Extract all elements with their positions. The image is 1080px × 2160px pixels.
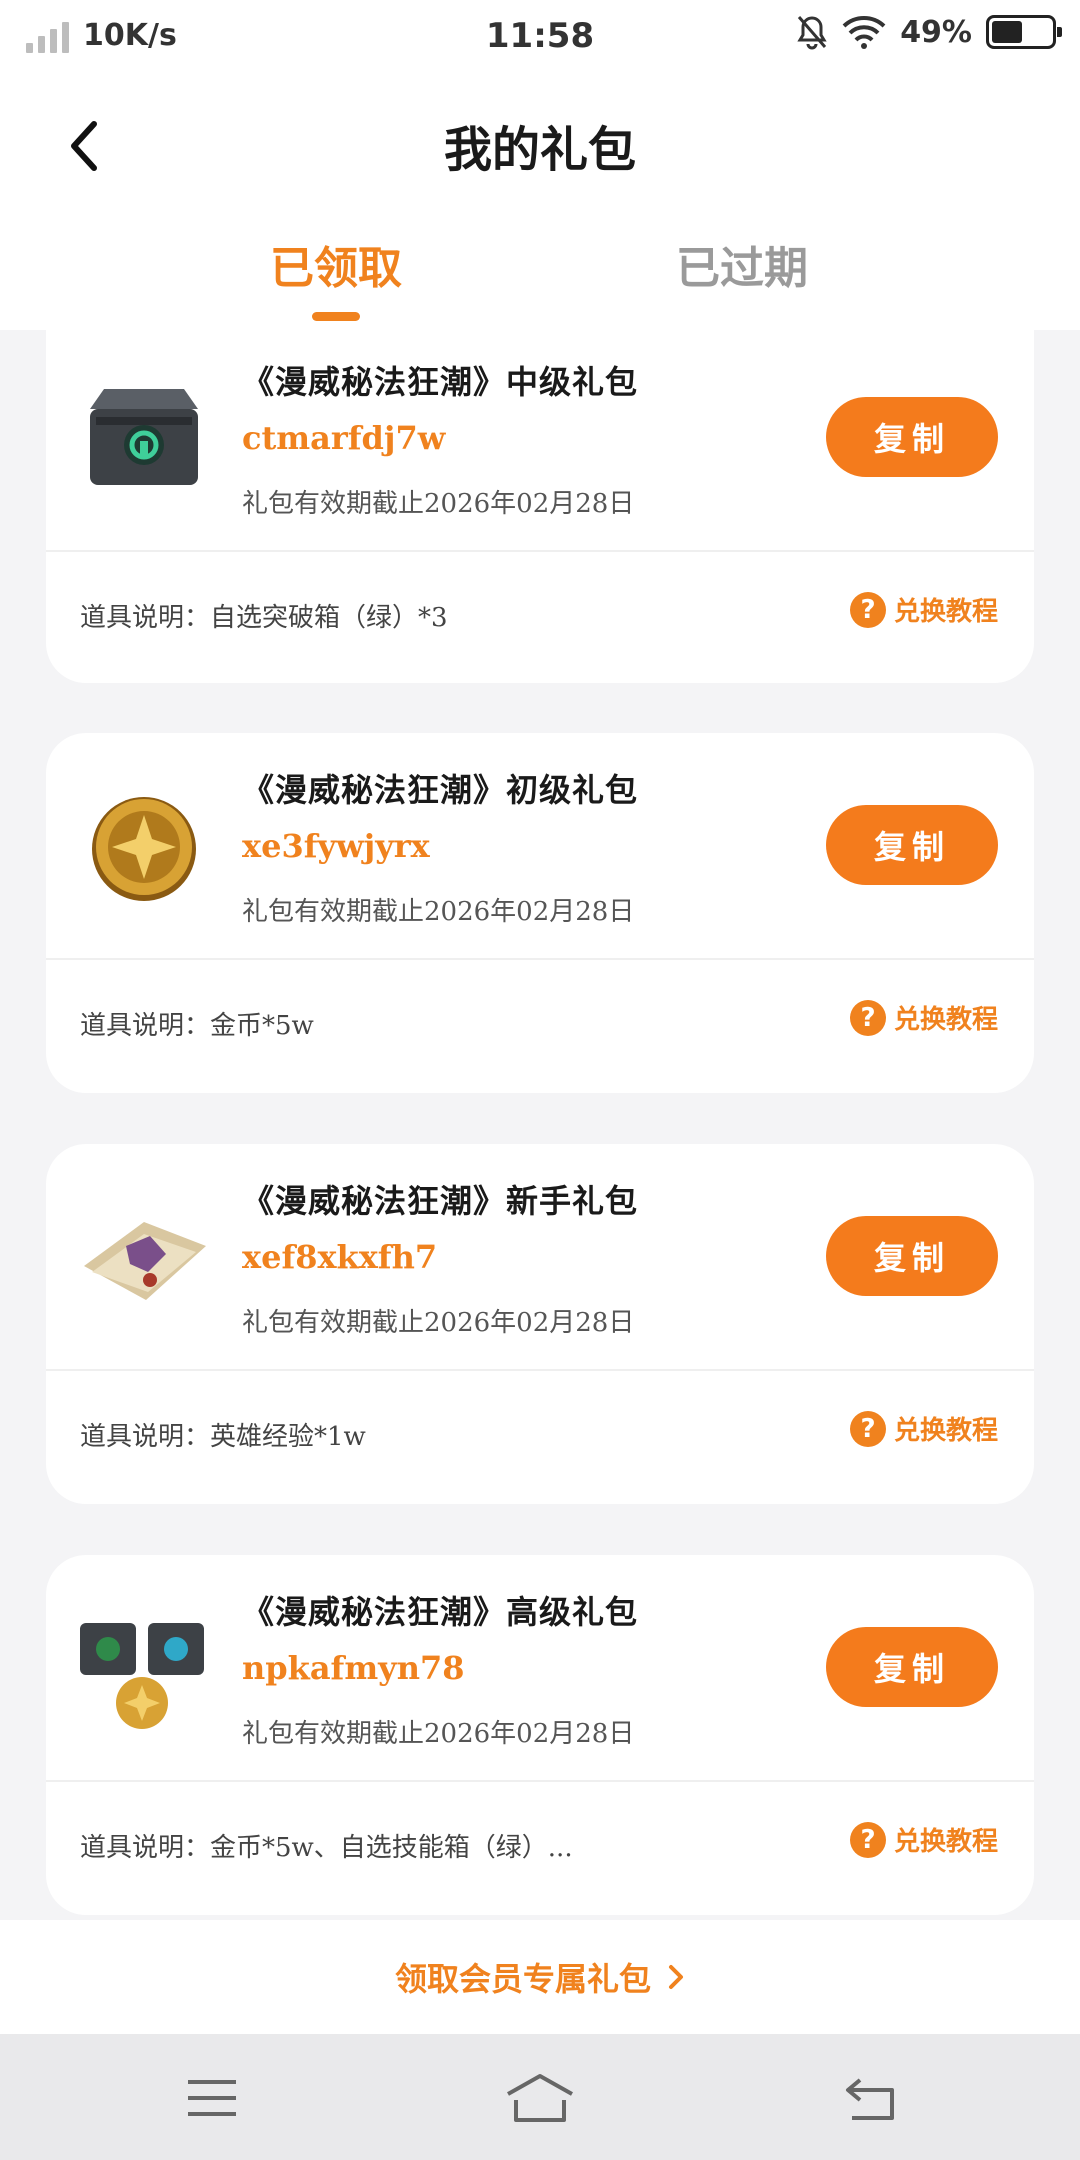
battery-percent: 49% — [900, 14, 972, 50]
question-icon: ? — [849, 1821, 886, 1858]
home-icon[interactable] — [504, 2070, 576, 2126]
copy-button[interactable]: 复制 — [826, 397, 998, 477]
gift-name: 《漫威秘法狂潮》高级礼包 — [242, 1593, 639, 1631]
menu-icon[interactable] — [182, 2070, 242, 2126]
redeem-guide-link[interactable]: ? 兑换教程 — [849, 591, 998, 628]
copy-button[interactable]: 复制 — [826, 1627, 998, 1707]
question-icon: ? — [849, 999, 886, 1036]
gift-expiry: 礼包有效期截止2026年02月28日 — [242, 489, 635, 519]
tab-expired[interactable]: 已过期 — [676, 232, 808, 296]
wifi-icon — [842, 16, 886, 49]
status-bar: 10K/s 11:58 49% — [0, 0, 1080, 70]
redeem-guide-link[interactable]: ? 兑换教程 — [849, 999, 998, 1036]
redeem-guide-link[interactable]: ? 兑换教程 — [849, 1410, 998, 1447]
chevron-right-icon — [669, 1965, 683, 1989]
gift-code: npkafmyn78 — [242, 1649, 465, 1687]
gift-description: 道具说明：英雄经验*1w — [80, 1422, 366, 1452]
gift-code: xe3fywjyrx — [242, 827, 430, 865]
divider — [46, 958, 1034, 960]
page-title: 我的礼包 — [443, 122, 636, 178]
divider — [46, 550, 1034, 552]
gift-name: 《漫威秘法狂潮》中级礼包 — [242, 363, 639, 401]
gift-expiry: 礼包有效期截止2026年02月28日 — [242, 1308, 635, 1338]
member-gift-label: 领取会员专属礼包 — [394, 1960, 651, 1998]
gift-card: 《漫威秘法狂潮》初级礼包 xe3fywjyrx 礼包有效期截止2026年02月2… — [46, 733, 1034, 1093]
divider — [46, 1369, 1034, 1371]
gift-code: xef8xkxfh7 — [242, 1238, 438, 1276]
divider — [46, 1780, 1034, 1782]
gift-description: 道具说明：金币*5w — [80, 1011, 314, 1041]
redeem-guide-label: 兑换教程 — [893, 1005, 998, 1035]
gift-card: 《漫威秘法狂潮》中级礼包 ctmarfdj7w 礼包有效期截止2026年02月2… — [46, 325, 1034, 683]
copy-button[interactable]: 复制 — [826, 1216, 998, 1296]
gift-name: 《漫威秘法狂潮》新手礼包 — [242, 1182, 639, 1220]
redeem-guide-label: 兑换教程 — [893, 1827, 998, 1857]
redeem-guide-link[interactable]: ? 兑换教程 — [849, 1821, 998, 1858]
redeem-guide-label: 兑换教程 — [893, 597, 998, 627]
gift-expiry: 礼包有效期截止2026年02月28日 — [242, 1719, 635, 1749]
redeem-guide-label: 兑换教程 — [893, 1416, 998, 1446]
question-icon: ? — [849, 1410, 886, 1447]
gift-card: 《漫威秘法狂潮》高级礼包 npkafmyn78 礼包有效期截止2026年02月2… — [46, 1555, 1034, 1915]
gift-card: 《漫威秘法狂潮》新手礼包 xef8xkxfh7 礼包有效期截止2026年02月2… — [46, 1144, 1034, 1504]
chest-icon — [90, 389, 198, 485]
battery-icon — [986, 15, 1062, 49]
gift-description: 道具说明：金币*5w、自选技能箱（绿）... — [80, 1833, 573, 1863]
back-nav-icon[interactable] — [842, 2070, 902, 2126]
bundle-icon — [80, 1623, 204, 1729]
header: 我的礼包 已领取 已过期 — [0, 70, 1080, 330]
active-tab-indicator — [312, 312, 360, 321]
gift-name: 《漫威秘法狂潮》初级礼包 — [242, 771, 639, 809]
member-gift-link[interactable]: 领取会员专属礼包 — [0, 1920, 1080, 2034]
copy-button[interactable]: 复制 — [826, 805, 998, 885]
coin-icon — [92, 797, 196, 901]
gift-description: 道具说明：自选突破箱（绿）*3 — [80, 603, 448, 633]
gift-expiry: 礼包有效期截止2026年02月28日 — [242, 897, 635, 927]
question-icon: ? — [849, 591, 886, 628]
gift-code: ctmarfdj7w — [242, 419, 446, 457]
tab-received[interactable]: 已领取 — [270, 232, 402, 296]
scroll-icon — [84, 1222, 206, 1300]
mute-bell-icon — [797, 16, 827, 50]
system-nav-bar — [0, 2034, 1080, 2160]
